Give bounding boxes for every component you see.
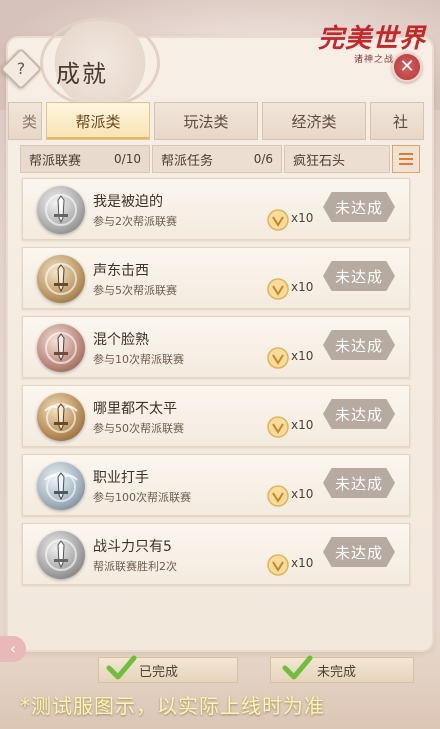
status-badge: 未达成 (323, 192, 395, 222)
achievement-row[interactable]: 职业打手 参与100次帮派联赛 x10 未达成 (22, 454, 410, 516)
achievement-title: 战斗力只有5 (93, 539, 172, 555)
incomplete-label: 未完成 (317, 664, 357, 680)
tab-guild[interactable]: 帮派类 (46, 102, 150, 140)
achievement-title: 职业打手 (93, 470, 149, 486)
achievement-title: 混个脸熟 (93, 332, 149, 348)
sword-badge-icon (37, 324, 85, 372)
achievement-row[interactable]: 哪里都不太平 参与50次帮派联赛 x10 未达成 (22, 385, 410, 447)
achievement-desc: 参与10次帮派联赛 (93, 353, 184, 366)
reward-count: x10 (291, 349, 314, 363)
category-tabs: 类 帮派类 玩法类 经济类 社 (8, 102, 432, 140)
achievement-title: 声东击西 (93, 263, 149, 279)
logo-sub-text: 诸神之战 (354, 55, 395, 65)
close-button[interactable]: ✕ (392, 52, 422, 82)
reward-count: x10 (291, 418, 314, 432)
achievement-row[interactable]: 声东击西 参与5次帮派联赛 x10 未达成 (22, 247, 410, 309)
status-badge: 未达成 (323, 468, 395, 498)
tab-gameplay[interactable]: 玩法类 (154, 102, 258, 140)
list-icon-line (399, 158, 413, 160)
test-server-notice: *测试服图示，以实际上线时为准 (20, 694, 325, 718)
subcategory-count: 0/10 (114, 152, 141, 166)
subcategory-crazy-stone[interactable]: 疯狂石头 (284, 145, 390, 173)
achievement-desc: 参与50次帮派联赛 (93, 422, 184, 435)
page-title: 成就 (56, 60, 108, 88)
tab-economy[interactable]: 经济类 (262, 102, 366, 140)
status-badge: 未达成 (323, 537, 395, 567)
reward-badge-icon (267, 347, 289, 369)
achievement-row[interactable]: 我是被迫的 参与2次帮派联赛 x10 未达成 (22, 178, 410, 240)
achievement-title: 哪里都不太平 (93, 401, 177, 417)
list-menu-button[interactable] (392, 145, 420, 173)
logo-main-text: 完美世界 (318, 24, 427, 54)
winged-sword-badge-icon (37, 462, 85, 510)
checkmark-icon (106, 655, 137, 680)
achievement-desc: 参与100次帮派联赛 (93, 491, 191, 504)
reward-badge-icon (267, 278, 289, 300)
list-icon-line (399, 163, 413, 165)
subcategory-guild-tasks[interactable]: 帮派任务 0/6 (152, 145, 282, 173)
reward-count: x10 (291, 487, 314, 501)
status-badge: 未达成 (323, 399, 395, 429)
reward-count: x10 (291, 556, 314, 570)
reward-badge-icon (267, 485, 289, 507)
achievement-row[interactable]: 战斗力只有5 帮派联赛胜利2次 x10 未达成 (22, 523, 410, 585)
achievement-desc: 帮派联赛胜利2次 (93, 560, 177, 573)
reward-badge-icon (267, 209, 289, 231)
incomplete-filter-toggle[interactable]: 未完成 (270, 655, 414, 683)
status-badge: 未达成 (323, 330, 395, 360)
sword-badge-icon (37, 531, 85, 579)
subcategory-label: 帮派联赛 (29, 153, 82, 169)
list-icon-line (399, 153, 413, 155)
tab-partial-left[interactable]: 类 (8, 102, 42, 140)
sword-badge-icon (37, 255, 85, 303)
achievement-title: 我是被迫的 (93, 194, 163, 210)
achievement-desc: 参与5次帮派联赛 (93, 284, 177, 297)
status-badge: 未达成 (323, 261, 395, 291)
reward-badge-icon (267, 416, 289, 438)
achievement-desc: 参与2次帮派联赛 (93, 215, 177, 228)
completed-filter-toggle[interactable]: 已完成 (98, 655, 238, 683)
achievement-list: 我是被迫的 参与2次帮派联赛 x10 未达成 声东击西 参与5次帮派联赛 x10… (22, 178, 410, 592)
checkmark-icon (282, 655, 313, 680)
subcategory-guild-league[interactable]: 帮派联赛 0/10 (20, 145, 150, 173)
subcategory-count: 0/6 (253, 152, 273, 166)
back-arrow-icon[interactable]: ‹ (0, 636, 26, 662)
help-icon: ? (16, 59, 26, 78)
reward-count: x10 (291, 280, 314, 294)
sword-badge-icon (37, 186, 85, 234)
completed-label: 已完成 (139, 664, 179, 680)
subcategory-label: 帮派任务 (161, 153, 214, 169)
subcategory-row: 帮派联赛 0/10 帮派任务 0/6 疯狂石头 (20, 145, 420, 173)
subcategory-label: 疯狂石头 (293, 153, 346, 169)
tab-partial-right[interactable]: 社 (370, 102, 424, 140)
reward-count: x10 (291, 211, 314, 225)
reward-badge-icon (267, 554, 289, 576)
achievement-row[interactable]: 混个脸熟 参与10次帮派联赛 x10 未达成 (22, 316, 410, 378)
winged-sword-badge-icon (37, 393, 85, 441)
